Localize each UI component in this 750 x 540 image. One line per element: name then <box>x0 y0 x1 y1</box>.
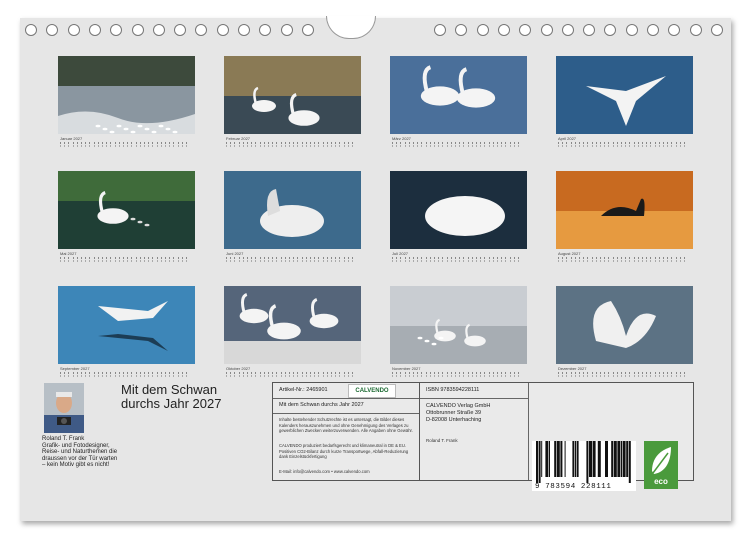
author-name: Roland T. Frank <box>42 436 85 442</box>
day-strip <box>60 372 191 378</box>
binding-hole <box>195 24 208 36</box>
day-strip <box>226 142 357 148</box>
binding-hole <box>583 24 596 36</box>
binding-hole <box>88 24 101 36</box>
eco-label: eco <box>654 477 668 486</box>
article-number: Artikel-Nr.: 2465901 <box>279 387 328 393</box>
binding-hole <box>152 24 165 36</box>
month-label: Februar 2027 <box>226 136 251 141</box>
binding-hole <box>497 24 510 36</box>
month-photo <box>390 286 527 364</box>
isbn: ISBN 9783594228111 <box>426 387 480 393</box>
month-photo <box>556 286 693 364</box>
calendar-title: Mit dem Schwan durchs Jahr 2027 <box>121 383 261 411</box>
binding-hole <box>604 24 617 36</box>
binding-hole <box>476 24 489 36</box>
month-label: Juni 2027 <box>226 251 244 256</box>
author-portrait <box>44 383 84 433</box>
day-strip <box>558 372 689 378</box>
binding-hole <box>540 24 553 36</box>
product-info-box: Artikel-Nr.: 2465901 Mit dem Schwan durc… <box>272 382 421 481</box>
binding-hole <box>455 24 468 36</box>
month-label: September 2027 <box>60 366 90 371</box>
eco-text: CALVENDO produziert bedarfsgerecht und k… <box>279 443 409 460</box>
month-photo <box>58 56 195 134</box>
binding-hole <box>434 24 446 36</box>
binding-hole <box>625 24 638 36</box>
binding-hole <box>25 24 37 36</box>
binding-hole <box>689 24 702 36</box>
month-photo <box>390 171 527 249</box>
copyright-text: Inhalte bestehender Schutzrechte ist es … <box>279 417 413 434</box>
binding-holes <box>20 24 731 38</box>
month-photo <box>224 56 361 134</box>
month-label: Oktober 2027 <box>226 366 251 371</box>
month-photo <box>556 56 693 134</box>
month-label: November 2027 <box>392 366 421 371</box>
binding-hole <box>280 24 293 36</box>
title-line-1: Mit dem Schwan <box>121 382 218 397</box>
day-strip <box>392 257 523 263</box>
month-photo <box>556 171 693 249</box>
binding-hole <box>110 24 123 36</box>
month-label: April 2027 <box>558 136 577 141</box>
binding-hole <box>710 24 723 36</box>
binding-hole <box>174 24 187 36</box>
month-label: August 2027 <box>558 251 581 256</box>
month-photo <box>58 171 195 249</box>
binding-hole <box>46 24 59 36</box>
month-photo <box>390 56 527 134</box>
month-label: März 2027 <box>392 136 411 141</box>
binding-hole <box>216 24 229 36</box>
month-label: Januar 2027 <box>60 136 83 141</box>
month-photo <box>224 286 361 364</box>
eco-badge: eco <box>644 441 678 489</box>
binding-hole <box>259 24 272 36</box>
day-strip <box>558 142 689 148</box>
day-strip <box>226 257 357 263</box>
contact-text: E-Mail: info@calvendo.com • www.calvendo… <box>279 469 370 474</box>
binding-hole <box>668 24 681 36</box>
day-strip <box>392 142 523 148</box>
binding-hole <box>131 24 144 36</box>
publisher-street: Ottobrunner Straße 39 <box>426 410 482 416</box>
binding-hole <box>238 24 250 36</box>
author-bio: Grafik- und Fotodesigner, Reise- und Nat… <box>42 443 118 469</box>
binding-hole <box>519 24 532 36</box>
binding-hole <box>647 24 659 36</box>
day-strip <box>60 257 191 263</box>
binding-hole <box>67 24 80 36</box>
binding-hole <box>301 24 314 36</box>
title-line-2: durchs Jahr 2027 <box>121 396 222 411</box>
month-label: Mai 2027 <box>60 251 77 256</box>
product-title: Mit dem Schwan durchs Jahr 2027 <box>279 402 364 408</box>
publisher-city: D-82008 Unterhaching <box>426 417 482 423</box>
calvendo-logo: CALVENDO <box>348 384 396 398</box>
barcode-number: 9 783594 228111 <box>535 483 612 491</box>
month-label: Juli 2027 <box>392 251 409 256</box>
day-strip <box>60 142 191 148</box>
month-photo <box>224 171 361 249</box>
day-strip <box>226 372 357 378</box>
month-photo <box>58 286 195 364</box>
binding-hole <box>561 24 574 36</box>
day-strip <box>558 257 689 263</box>
day-strip <box>392 372 523 378</box>
publisher-author: Roland T. Frank <box>426 438 458 443</box>
month-label: Dezember 2027 <box>558 366 587 371</box>
publisher-name: CALVENDO Verlag GmbH <box>426 403 491 409</box>
